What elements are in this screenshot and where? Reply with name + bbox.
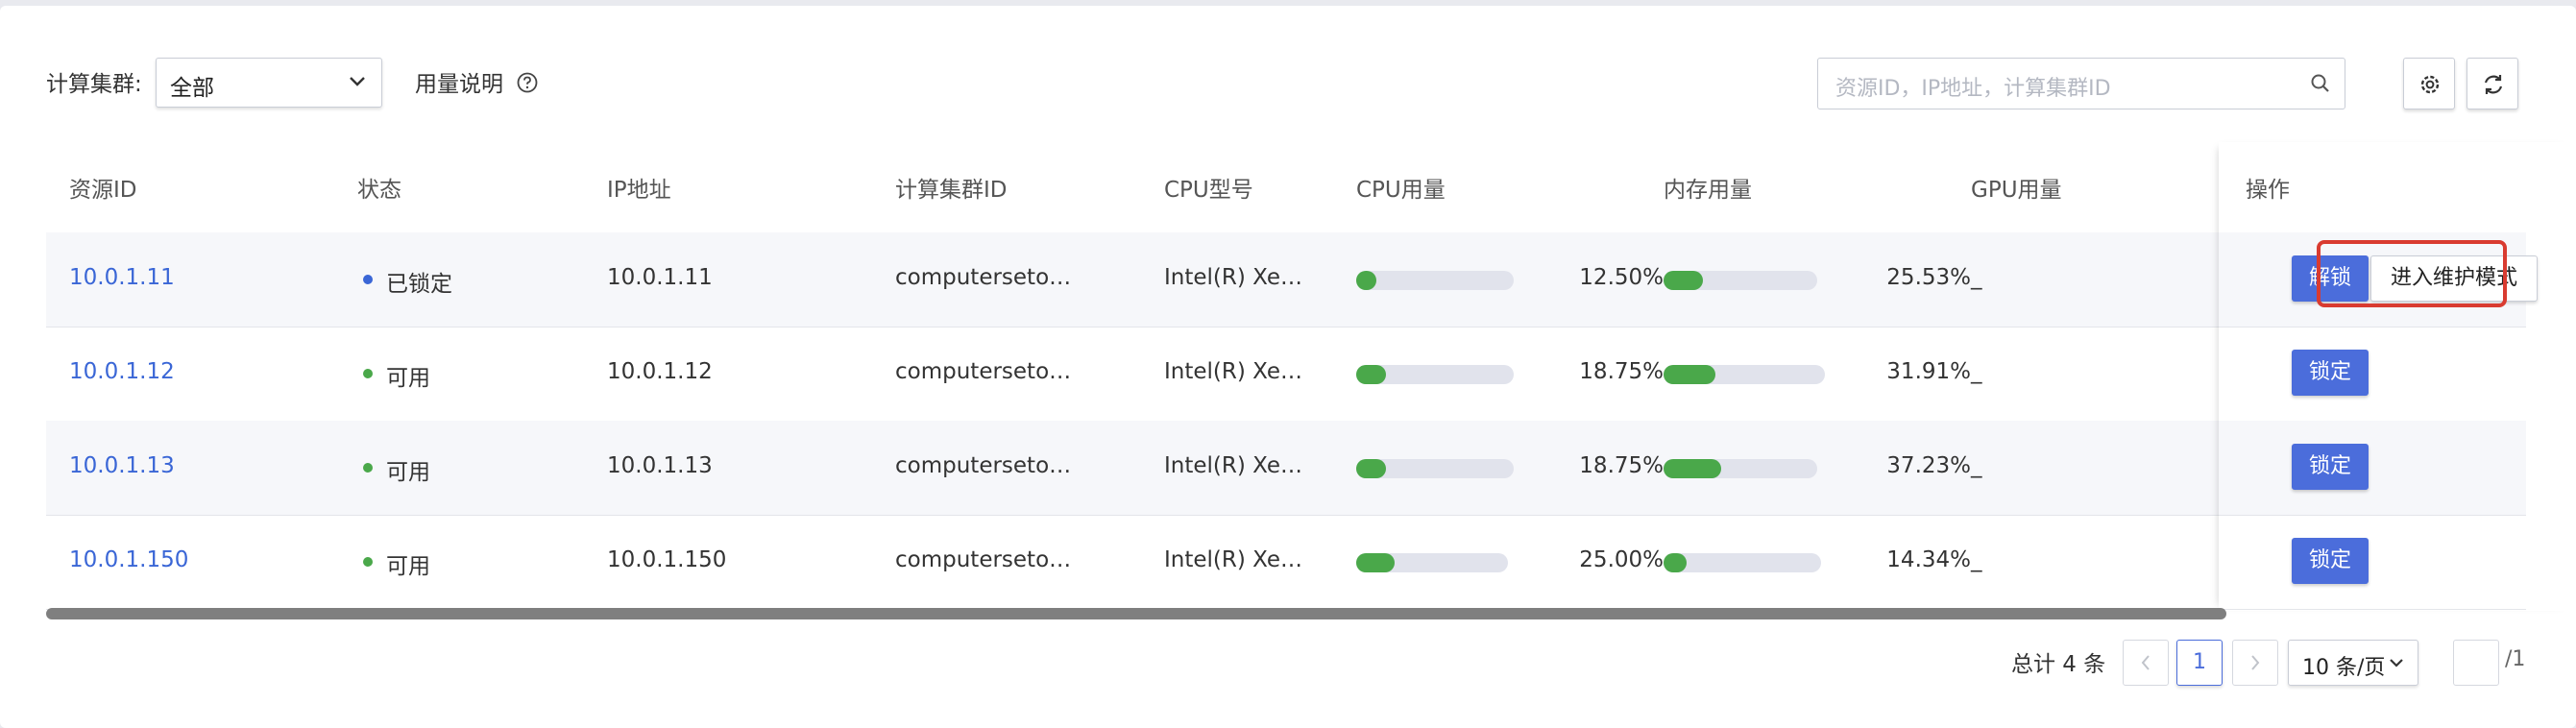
header-status: 状态 xyxy=(357,178,401,203)
status-text: 已锁定 xyxy=(386,272,452,297)
cluster-id: computerseto… xyxy=(895,453,1072,478)
mem-usage-fill xyxy=(1664,365,1715,384)
cluster-id: computerseto… xyxy=(895,359,1072,384)
refresh-icon xyxy=(2484,75,2503,94)
mem-usage-bar xyxy=(1664,553,1821,572)
chevron-right-icon xyxy=(2251,655,2260,670)
mem-usage-percent: 37.23% xyxy=(1886,453,1971,478)
pagination-total: 总计 4 条 xyxy=(2011,652,2106,677)
mem-usage-fill xyxy=(1664,459,1721,478)
cluster-filter-value: 全部 xyxy=(170,76,214,101)
ip-address: 10.0.1.13 xyxy=(607,453,713,478)
search-input[interactable]: 资源ID，IP地址，计算集群ID xyxy=(1817,58,2345,109)
cluster-filter-select[interactable]: 全部 xyxy=(156,58,382,108)
table-header: 资源ID 状态 IP地址 计算集群ID CPU型号 CPU用量 内存用量 GPU… xyxy=(46,142,2526,233)
gpu-usage: _ xyxy=(1971,359,1982,384)
cpu-usage-bar xyxy=(1356,459,1514,478)
mem-usage-bar xyxy=(1664,271,1817,290)
status-dot xyxy=(363,463,373,473)
page-size-value: 10 条/页 xyxy=(2302,656,2386,680)
status-dot xyxy=(363,275,373,284)
cluster-filter-label: 计算集群: xyxy=(46,72,142,97)
header-cpu-usage: CPU用量 xyxy=(1356,178,1446,203)
header-resource-id: 资源ID xyxy=(69,178,137,203)
cpu-usage-percent: 18.75% xyxy=(1579,453,1664,478)
help-circle-icon[interactable] xyxy=(517,72,538,93)
chevron-down-icon xyxy=(2390,659,2403,667)
page-jump-input[interactable] xyxy=(2453,640,2499,686)
cluster-id: computerseto… xyxy=(895,265,1072,290)
chevron-down-icon xyxy=(350,77,365,86)
cpu-usage-fill xyxy=(1356,553,1395,572)
gear-icon xyxy=(2420,75,2440,94)
header-mem-usage: 内存用量 xyxy=(1664,178,1752,203)
mem-usage-percent: 14.34% xyxy=(1886,547,1971,572)
table-row: 10.0.1.13 可用 10.0.1.13 computerseto… Int… xyxy=(46,421,2526,516)
usage-help-link[interactable]: 用量说明 xyxy=(415,65,503,98)
resource-id-link[interactable]: 10.0.1.150 xyxy=(69,547,188,572)
lock-button[interactable]: 锁定 xyxy=(2292,350,2369,396)
mem-usage-percent: 25.53% xyxy=(1886,265,1971,290)
page-count: /1 xyxy=(2505,647,2526,671)
resource-id-link[interactable]: 10.0.1.11 xyxy=(69,265,175,290)
next-page-button[interactable] xyxy=(2232,640,2278,686)
gpu-usage: _ xyxy=(1971,453,1982,478)
table-row: 10.0.1.150 可用 10.0.1.150 computerseto… I… xyxy=(46,515,2526,610)
header-ip: IP地址 xyxy=(607,178,671,203)
page-size-select[interactable]: 10 条/页 xyxy=(2288,640,2418,686)
ip-address: 10.0.1.12 xyxy=(607,359,713,384)
lock-button[interactable]: 锁定 xyxy=(2292,538,2369,584)
cpu-usage-bar xyxy=(1356,365,1514,384)
actions-column: 解锁 进入维护模式 锁定 锁定 锁定 xyxy=(2219,142,2574,611)
horizontal-scrollbar[interactable] xyxy=(46,608,2226,619)
cpu-model: Intel(R) Xe… xyxy=(1164,265,1303,290)
ip-address: 10.0.1.150 xyxy=(607,547,727,572)
highlight-box xyxy=(2317,240,2507,307)
cpu-usage-percent: 12.50% xyxy=(1579,265,1664,290)
mem-usage-percent: 31.91% xyxy=(1886,359,1971,384)
settings-button[interactable] xyxy=(2403,58,2455,109)
gpu-usage: _ xyxy=(1971,265,1982,290)
cpu-usage-fill xyxy=(1356,365,1386,384)
table-row: 10.0.1.12 可用 10.0.1.12 computerseto… Int… xyxy=(46,327,2526,422)
status-text: 可用 xyxy=(386,554,430,579)
resource-id-link[interactable]: 10.0.1.12 xyxy=(69,359,175,384)
refresh-button[interactable] xyxy=(2467,58,2518,109)
cpu-model: Intel(R) Xe… xyxy=(1164,453,1303,478)
cpu-model: Intel(R) Xe… xyxy=(1164,359,1303,384)
ip-address: 10.0.1.11 xyxy=(607,265,713,290)
cpu-model: Intel(R) Xe… xyxy=(1164,547,1303,572)
mem-usage-fill xyxy=(1664,553,1687,572)
cpu-usage-bar xyxy=(1356,553,1508,572)
status-text: 可用 xyxy=(386,366,430,391)
cpu-usage-fill xyxy=(1356,271,1376,290)
cluster-id: computerseto… xyxy=(895,547,1072,572)
cpu-usage-fill xyxy=(1356,459,1386,478)
header-cluster-id: 计算集群ID xyxy=(895,178,1008,203)
prev-page-button[interactable] xyxy=(2123,640,2169,686)
search-placeholder: 资源ID，IP地址，计算集群ID xyxy=(1835,77,2111,101)
status-dot xyxy=(363,369,373,378)
table-row: 10.0.1.11 已锁定 10.0.1.11 computerseto… In… xyxy=(46,232,2526,328)
search-icon[interactable] xyxy=(2310,73,2331,94)
chevron-left-icon xyxy=(2141,655,2150,670)
gpu-usage: _ xyxy=(1971,547,1982,572)
resource-id-link[interactable]: 10.0.1.13 xyxy=(69,453,175,478)
cpu-usage-bar xyxy=(1356,271,1514,290)
header-cpu-model: CPU型号 xyxy=(1164,178,1253,203)
main-panel: 计算集群: 全部 用量说明 资源ID，IP地址，计算集群ID 资源ID 状态 I… xyxy=(0,6,2576,728)
status-text: 可用 xyxy=(386,460,430,485)
mem-usage-fill xyxy=(1664,271,1703,290)
cpu-usage-percent: 25.00% xyxy=(1579,547,1664,572)
lock-button[interactable]: 锁定 xyxy=(2292,444,2369,490)
status-dot xyxy=(363,557,373,567)
cpu-usage-percent: 18.75% xyxy=(1579,359,1664,384)
mem-usage-bar xyxy=(1664,459,1817,478)
page-number-button[interactable]: 1 xyxy=(2176,640,2223,686)
mem-usage-bar xyxy=(1664,365,1825,384)
header-gpu-usage: GPU用量 xyxy=(1971,178,2062,203)
